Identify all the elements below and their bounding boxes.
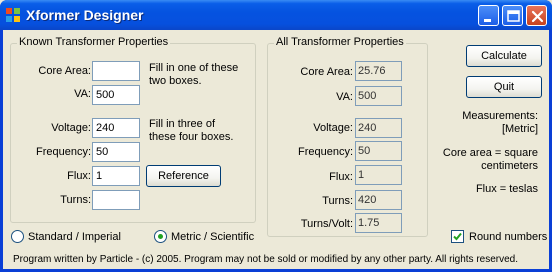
app-icon[interactable] <box>5 7 21 23</box>
known-turns-input[interactable] <box>92 190 140 210</box>
all-va-label: VA: <box>336 91 353 103</box>
known-turns-label: Turns: <box>60 194 91 206</box>
hint-three-line2: these four boxes. <box>149 131 234 143</box>
metric-scientific-radio[interactable] <box>154 230 167 243</box>
minimize-icon <box>484 19 491 22</box>
flux-note: Flux = teslas <box>475 183 538 195</box>
all-core-area-label: Core Area: <box>300 66 353 78</box>
client-area: Known Transformer Properties Core Area: … <box>3 30 549 269</box>
standard-imperial-radio[interactable] <box>11 230 24 243</box>
known-properties-title: Known Transformer Properties <box>17 36 171 48</box>
all-va-value: 500 <box>355 86 402 106</box>
hint-one-line2: two boxes. <box>149 75 202 87</box>
all-turns-value: 420 <box>355 190 402 210</box>
known-va-input[interactable]: 500 <box>92 85 140 105</box>
calculate-button[interactable]: Calculate <box>466 45 542 67</box>
hint-three-line1: Fill in three of <box>149 118 216 130</box>
hint-one-line1: Fill in one of these <box>149 62 239 74</box>
measurements-unit: [Metric] <box>501 123 538 135</box>
all-voltage-label: Voltage: <box>313 122 353 134</box>
all-voltage-value: 240 <box>355 118 402 138</box>
known-core-area-input[interactable] <box>92 61 140 81</box>
all-core-area-value: 25.76 <box>355 61 402 81</box>
close-icon <box>531 10 544 23</box>
minimize-button[interactable] <box>478 5 499 26</box>
round-numbers-label[interactable]: Round numbers <box>469 231 547 243</box>
all-properties-title: All Transformer Properties <box>274 36 406 48</box>
footer-copyright: Program written by Particle - (c) 2005. … <box>13 254 519 265</box>
all-flux-value: 1 <box>355 165 402 185</box>
core-area-note-line2: centimeters <box>481 160 538 172</box>
known-voltage-label: Voltage: <box>51 122 91 134</box>
quit-button[interactable]: Quit <box>466 76 542 98</box>
app-window: Xformer Designer Known Transformer Prope… <box>0 0 552 272</box>
measurements-label: Measurements: <box>462 110 538 122</box>
known-core-area-label: Core Area: <box>38 65 91 77</box>
checkmark-icon <box>453 232 462 241</box>
known-frequency-label: Frequency: <box>35 146 91 158</box>
maximize-icon <box>507 10 520 22</box>
close-button[interactable] <box>526 5 547 26</box>
standard-imperial-label[interactable]: Standard / Imperial <box>28 231 121 243</box>
reference-button[interactable]: Reference <box>146 165 221 187</box>
core-area-note-line1: Core area = square <box>442 147 538 159</box>
known-flux-input[interactable]: 1 <box>92 166 140 186</box>
known-voltage-input[interactable]: 240 <box>92 118 140 138</box>
known-frequency-input[interactable]: 50 <box>92 142 140 162</box>
known-va-label: VA: <box>74 88 91 100</box>
maximize-button[interactable] <box>502 5 523 26</box>
all-turns-per-volt-label: Turns/Volt: <box>300 218 353 230</box>
metric-scientific-label[interactable]: Metric / Scientific <box>171 231 254 243</box>
all-turns-per-volt-value: 1.75 <box>355 213 402 233</box>
round-numbers-checkbox[interactable] <box>451 230 464 243</box>
all-frequency-value: 50 <box>355 141 402 161</box>
title-bar[interactable]: Xformer Designer <box>0 0 552 30</box>
window-title: Xformer Designer <box>26 7 144 23</box>
known-flux-label: Flux: <box>67 170 91 182</box>
all-frequency-label: Frequency: <box>297 146 353 158</box>
all-flux-label: Flux: <box>329 171 353 183</box>
all-turns-label: Turns: <box>322 195 353 207</box>
